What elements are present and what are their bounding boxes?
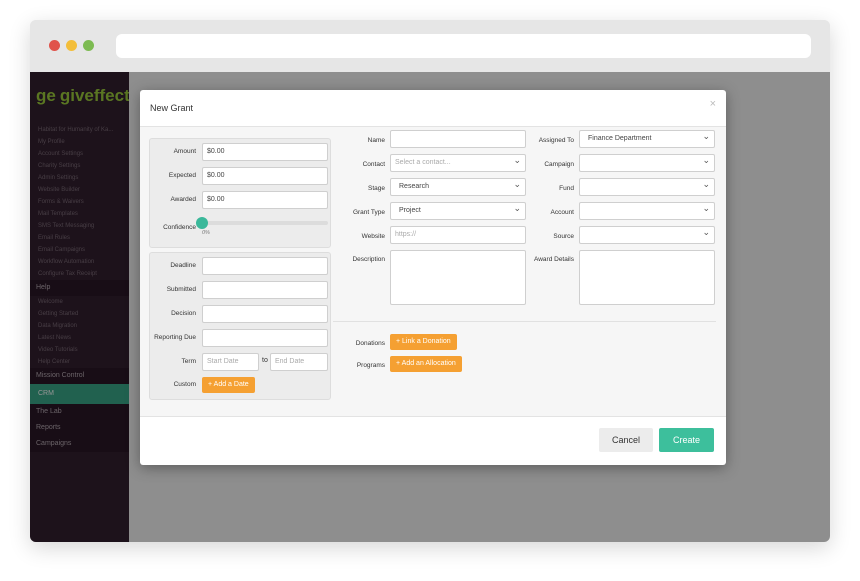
- fund-label: Fund: [559, 185, 574, 192]
- confidence-slider-knob[interactable]: [196, 217, 208, 229]
- custom-label: Custom: [173, 381, 196, 388]
- awarded-input[interactable]: $0.00: [202, 191, 328, 209]
- website-label: Website: [361, 233, 385, 240]
- source-select[interactable]: [579, 226, 715, 244]
- minimize-window-dot[interactable]: [66, 40, 77, 51]
- section-divider: [333, 321, 716, 322]
- description-textarea[interactable]: [390, 250, 526, 305]
- expected-label: Expected: [168, 172, 196, 179]
- programs-label: Programs: [356, 362, 385, 369]
- donations-label: Donations: [355, 340, 385, 347]
- cancel-button[interactable]: Cancel: [599, 428, 653, 452]
- name-input[interactable]: [390, 130, 526, 148]
- contact-label: Contact: [362, 161, 385, 168]
- modal-title: New Grant: [150, 103, 194, 113]
- award-details-textarea[interactable]: [579, 250, 715, 305]
- account-select[interactable]: [579, 202, 715, 220]
- browser-chrome: [30, 20, 830, 72]
- link-donation-button[interactable]: + Link a Donation: [390, 334, 457, 350]
- stage-select[interactable]: Research: [390, 178, 526, 196]
- decision-input[interactable]: [202, 305, 328, 323]
- address-bar[interactable]: [116, 34, 811, 58]
- website-input[interactable]: https://: [390, 226, 526, 244]
- deadline-input[interactable]: [202, 257, 328, 275]
- maximize-window-dot[interactable]: [83, 40, 94, 51]
- add-allocation-button[interactable]: + Add an Allocation: [390, 356, 462, 372]
- name-label: Name: [367, 137, 385, 144]
- decision-label: Decision: [171, 310, 196, 317]
- reporting-due-label: Reporting Due: [154, 334, 196, 341]
- term-start-input[interactable]: Start Date: [202, 353, 259, 371]
- term-end-input[interactable]: End Date: [270, 353, 328, 371]
- confidence-slider-track[interactable]: [202, 221, 328, 225]
- stage-label: Stage: [368, 185, 385, 192]
- grant-type-select[interactable]: Project: [390, 202, 526, 220]
- description-label: Description: [352, 256, 385, 263]
- fund-select[interactable]: [579, 178, 715, 196]
- close-icon[interactable]: ×: [710, 98, 716, 110]
- award-details-label: Award Details: [534, 256, 574, 263]
- create-button[interactable]: Create: [659, 428, 714, 452]
- campaign-select[interactable]: [579, 154, 715, 172]
- confidence-value: 0%: [202, 230, 210, 236]
- close-window-dot[interactable]: [49, 40, 60, 51]
- reporting-due-input[interactable]: [202, 329, 328, 347]
- add-date-button[interactable]: + Add a Date: [202, 377, 255, 393]
- expected-input[interactable]: $0.00: [202, 167, 328, 185]
- deadline-label: Deadline: [170, 262, 196, 269]
- term-label: Term: [181, 358, 196, 365]
- browser-window: ge giveffect Habitat for Humanity of Ka..…: [30, 20, 830, 542]
- assigned-to-label: Assigned To: [538, 137, 574, 144]
- submitted-label: Submitted: [166, 286, 196, 293]
- campaign-label: Campaign: [544, 161, 574, 168]
- amount-label: Amount: [173, 148, 196, 155]
- source-label: Source: [553, 233, 574, 240]
- amount-input[interactable]: $0.00: [202, 143, 328, 161]
- contact-select[interactable]: Select a contact...: [390, 154, 526, 172]
- grant-type-label: Grant Type: [352, 209, 385, 216]
- term-to-label: to: [262, 357, 268, 364]
- dates-panel: Deadline Submitted Decision Reporting Du…: [149, 252, 331, 400]
- awarded-label: Awarded: [170, 196, 196, 203]
- submitted-input[interactable]: [202, 281, 328, 299]
- confidence-label: Confidence: [163, 224, 196, 231]
- assigned-to-select[interactable]: Finance Department: [579, 130, 715, 148]
- amounts-panel: Amount $0.00 Expected $0.00 Awarded $0.0…: [149, 138, 331, 248]
- new-grant-modal: New Grant × Amount $0.00 Expected $0.00 …: [140, 90, 726, 465]
- app-area: ge giveffect Habitat for Humanity of Ka..…: [30, 72, 830, 542]
- modal-body: Amount $0.00 Expected $0.00 Awarded $0.0…: [140, 126, 726, 417]
- account-label: Account: [550, 209, 575, 216]
